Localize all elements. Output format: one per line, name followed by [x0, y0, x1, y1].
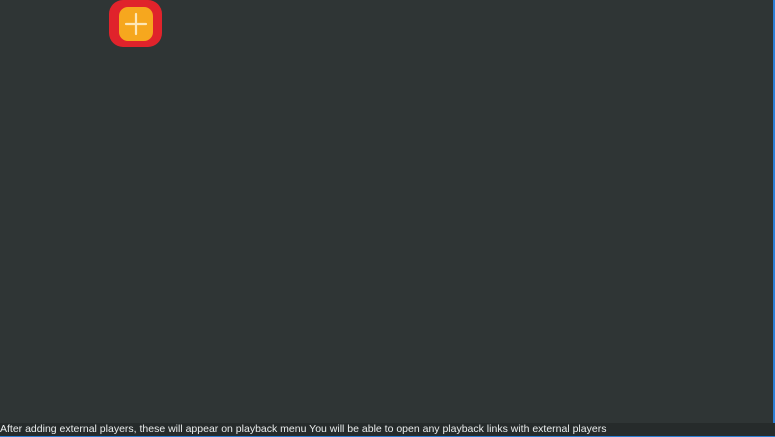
plus-icon — [124, 12, 147, 35]
external-players-screen: After adding external players, these wil… — [0, 0, 775, 437]
hint-text: After adding external players, these wil… — [0, 423, 607, 435]
status-bar: After adding external players, these wil… — [0, 423, 775, 437]
add-external-player-button[interactable] — [109, 0, 162, 47]
add-button-tile — [118, 6, 153, 41]
